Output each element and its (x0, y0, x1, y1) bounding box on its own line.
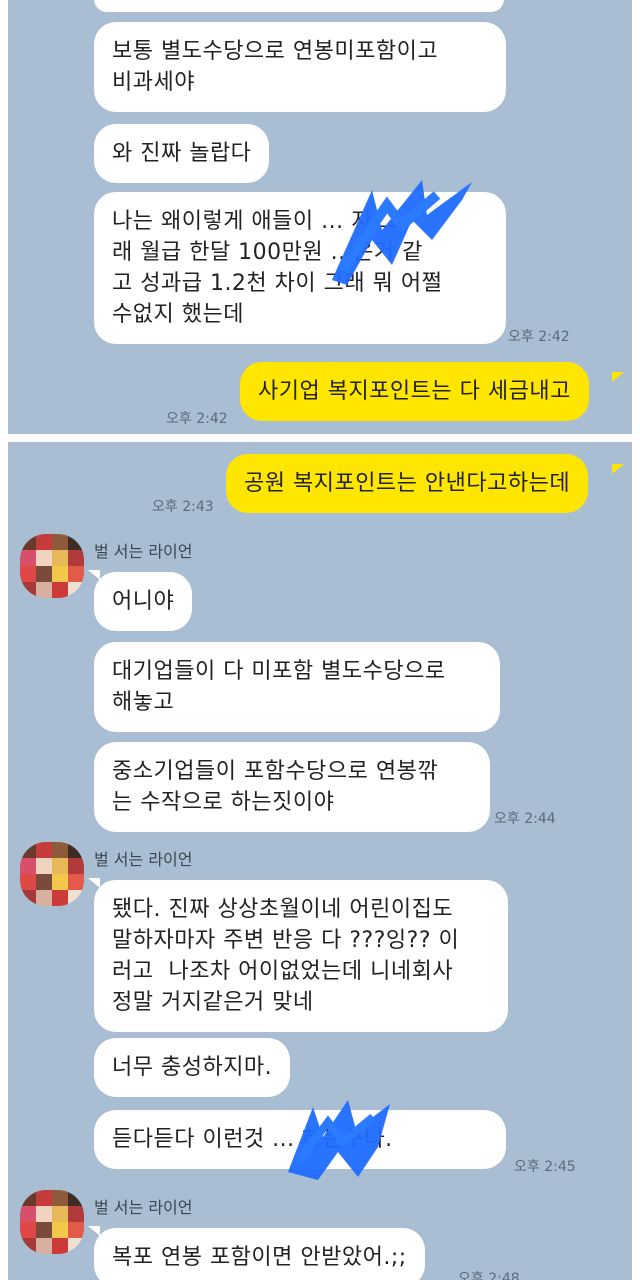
message-bubble[interactable]: 복포 연봉 포함이면 안받았어.;; (94, 1228, 425, 1280)
message-bubble-cut-off[interactable] (94, 0, 504, 12)
message-bubble[interactable]: 어니야 (94, 572, 193, 631)
bubble-tail (612, 372, 624, 382)
message-time: 오후 2:48 (458, 1271, 520, 1280)
redaction-scribble (332, 180, 472, 285)
avatar[interactable] (20, 842, 84, 906)
message-text: 너무 충성하지마. (112, 1055, 273, 1080)
bubble-tail (88, 570, 100, 580)
bubble-tail (88, 1226, 100, 1236)
avatar[interactable] (20, 534, 84, 598)
bubble-tail (88, 878, 100, 888)
sender-name: 벌 서는 라이언 (94, 1198, 193, 1217)
redaction-scribble (288, 1100, 390, 1180)
message-time: 오후 2:42 (508, 329, 570, 345)
message-text: 공원 복지포인트는 안낸다고하는데 (244, 471, 571, 496)
message-bubble[interactable]: 중소기업들이 포함수당으로 연봉깎 는 수작으로 하는짓이야 (94, 742, 490, 832)
message-text: 대기업들이 다 미포함 별도수당으로 해놓고 (112, 659, 446, 715)
message-text: 보통 별도수당으로 연봉미포함이고 비과세야 (112, 39, 439, 95)
message-bubble[interactable]: 와 진짜 놀랍다 (94, 124, 270, 183)
message-text: 사기업 복지포인트는 다 세금내고 (258, 379, 571, 404)
my-message-bubble[interactable]: 사기업 복지포인트는 다 세금내고 (240, 362, 589, 421)
message-time: 오후 2:45 (514, 1159, 576, 1175)
bubble-tail (612, 464, 624, 474)
message-bubble[interactable]: 됐다. 진짜 상상초월이네 어린이집도 말하자마자 주변 반응 다 ???잉??… (94, 880, 508, 1032)
message-text: 중소기업들이 포함수당으로 연봉깎 는 수작으로 하는짓이야 (112, 759, 439, 815)
chat-panel-top: 보통 별도수당으로 연봉미포함이고 비과세야 와 진짜 놀랍다 나는 왜이렇게 … (8, 0, 632, 434)
message-text: 복포 연봉 포함이면 안받았어.;; (112, 1245, 407, 1270)
sender-name: 벌 서는 라이언 (94, 850, 193, 869)
avatar[interactable] (20, 1190, 84, 1254)
my-message-bubble[interactable]: 공원 복지포인트는 안낸다고하는데 (226, 454, 589, 513)
message-bubble[interactable]: 대기업들이 다 미포함 별도수당으로 해놓고 (94, 642, 500, 732)
message-bubble[interactable]: 보통 별도수당으로 연봉미포함이고 비과세야 (94, 22, 506, 112)
message-text: 됐다. 진짜 상상초월이네 어린이집도 말하자마자 주변 반응 다 ???잉??… (112, 897, 460, 1015)
sender-name: 벌 서는 라이언 (94, 542, 193, 561)
message-text: 어니야 (112, 589, 175, 614)
message-text: 와 진짜 놀랍다 (112, 141, 252, 166)
message-bubble[interactable]: 너무 충성하지마. (94, 1038, 291, 1097)
message-time: 오후 2:42 (166, 411, 228, 427)
message-time: 오후 2:44 (494, 811, 556, 827)
message-time: 오후 2:43 (152, 499, 214, 515)
chat-panel-bottom: 공원 복지포인트는 안낸다고하는데 오후 2:43 벌 서는 라이언 어니야 대… (8, 442, 632, 1280)
